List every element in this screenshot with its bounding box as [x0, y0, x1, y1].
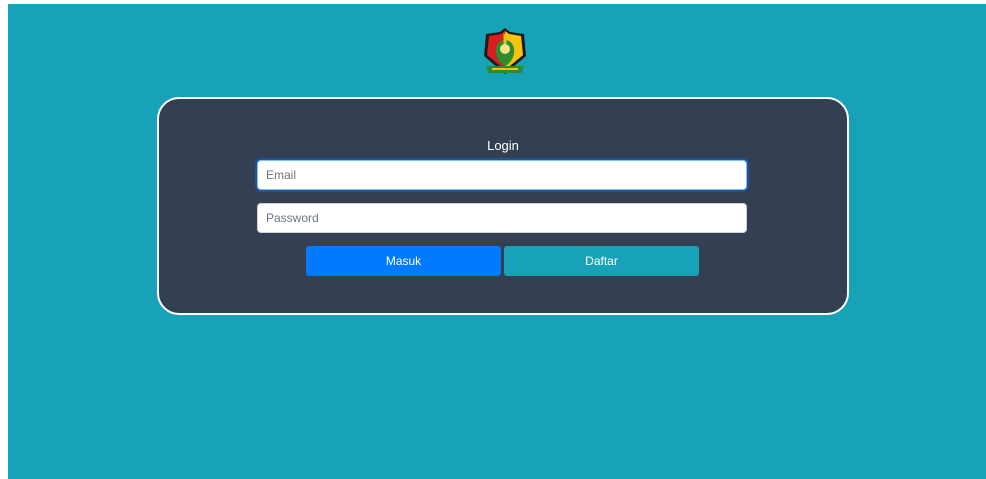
login-page: Login Masuk Daftar: [8, 4, 986, 479]
daftar-button[interactable]: Daftar: [504, 246, 699, 276]
password-input[interactable]: [257, 203, 747, 233]
emblem-shield-icon: [484, 28, 526, 74]
login-title: Login: [487, 138, 519, 153]
masuk-button[interactable]: Masuk: [306, 246, 501, 276]
email-input[interactable]: [257, 160, 747, 190]
login-card: Login Masuk Daftar: [157, 97, 849, 315]
emblem-logo: [480, 26, 530, 78]
